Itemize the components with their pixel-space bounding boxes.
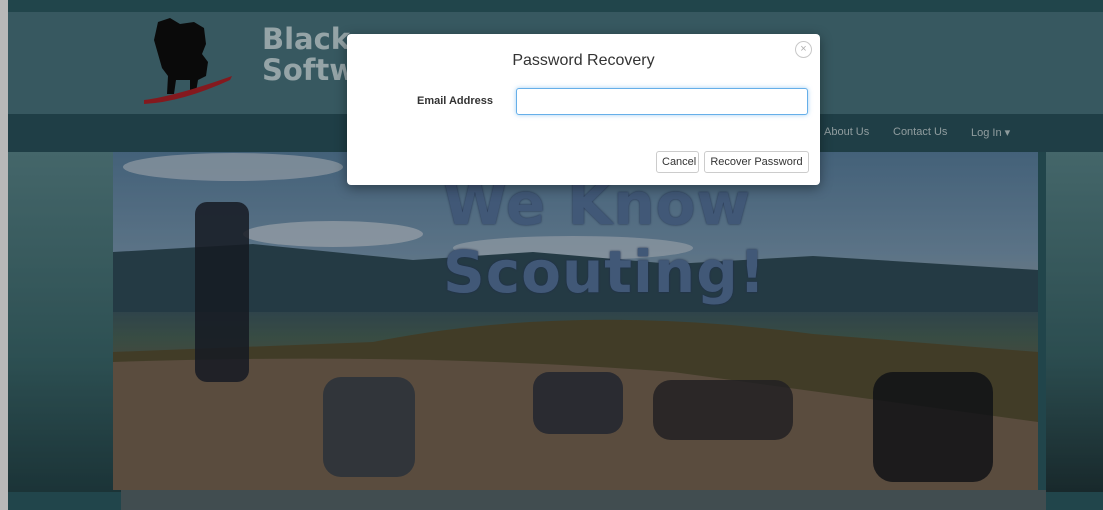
cancel-button[interactable]: Cancel: [656, 151, 699, 173]
email-label: Email Address: [416, 95, 493, 107]
page: Black Softw About Us Contact Us Log In ▾…: [0, 0, 1103, 510]
close-icon[interactable]: ×: [795, 41, 812, 58]
email-field[interactable]: [516, 88, 808, 115]
recover-password-button[interactable]: Recover Password: [704, 151, 809, 173]
password-recovery-dialog: Password Recovery × Email Address Cancel…: [347, 34, 820, 185]
dialog-title: Password Recovery: [512, 52, 655, 69]
